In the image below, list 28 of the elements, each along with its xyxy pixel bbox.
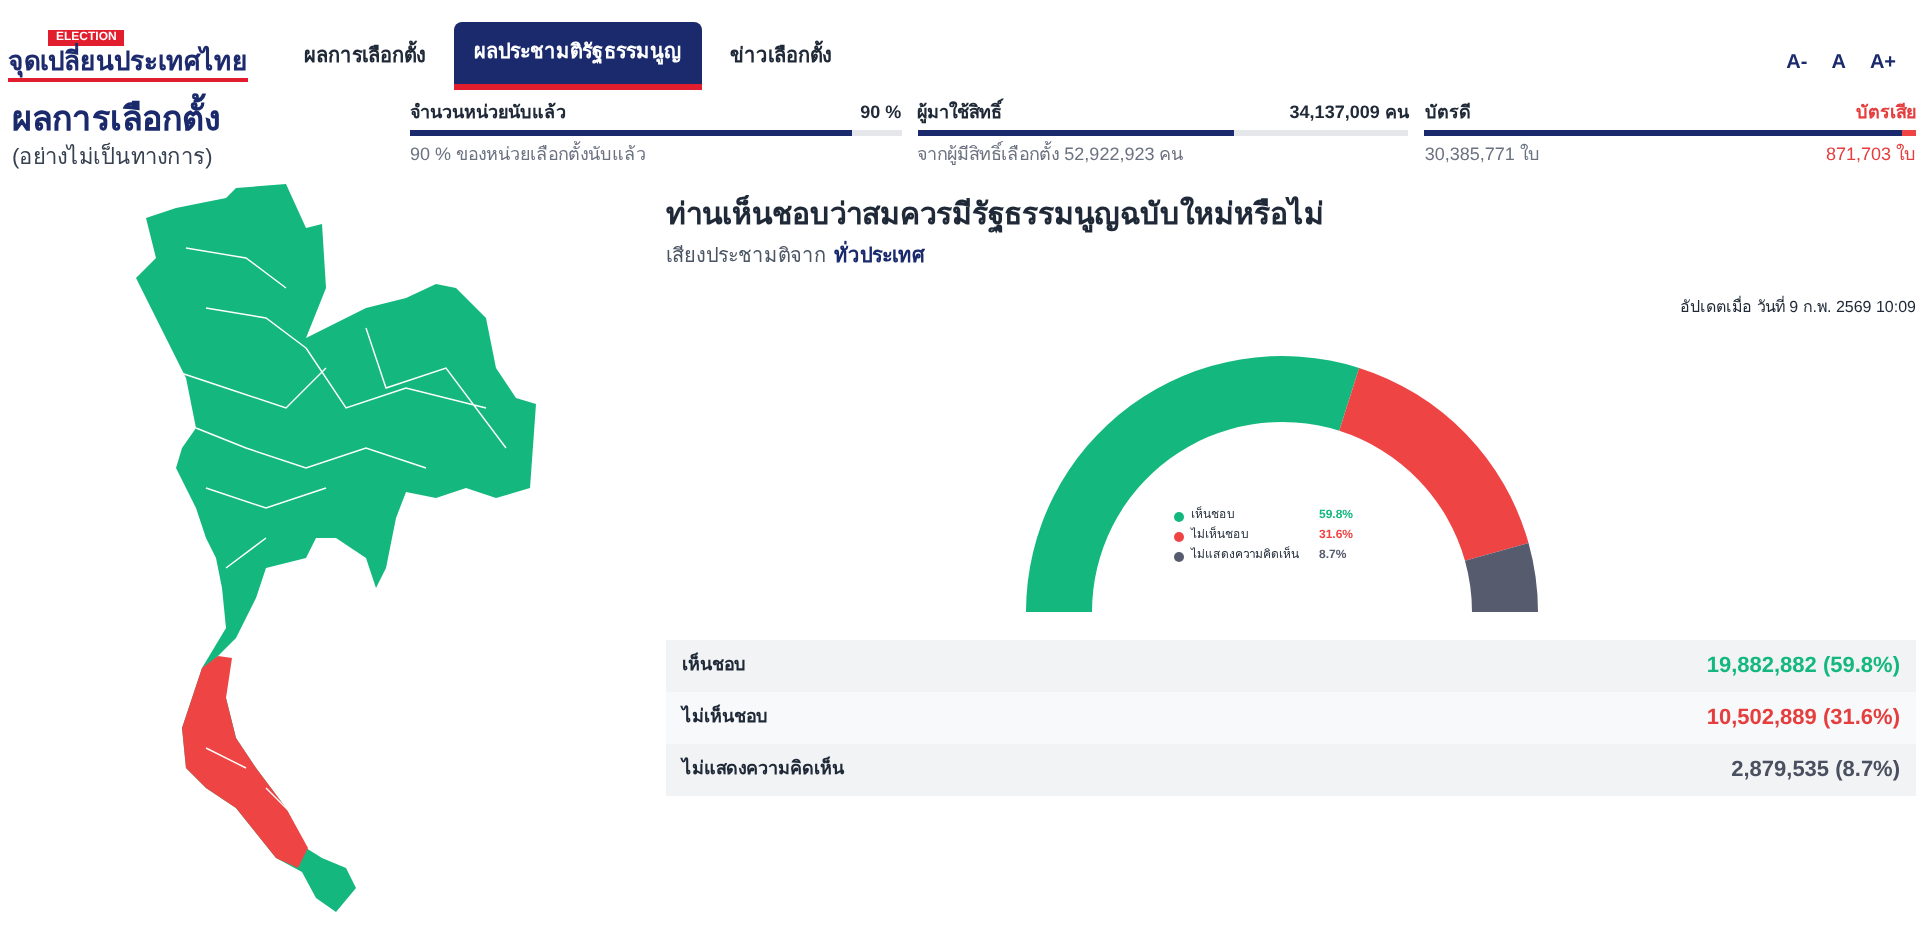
stat-label: บัตรดี (1424, 100, 1471, 126)
font-size-button[interactable]: A (1827, 48, 1850, 78)
stat-value: 34,137,009 คน (1289, 100, 1409, 126)
stat-note: 90 % ของหน่วยเลือกตั้งนับแล้ว (410, 140, 647, 168)
nav-tab[interactable]: ผลประชามติรัฐธรรมนูญ (454, 22, 702, 90)
stat-label: ผู้มาใช้สิทธิ์ (917, 98, 1002, 126)
stat-label: จำนวนหน่วยนับแล้ว (410, 100, 566, 126)
updated-time: อัปเดตเมื่อ วันที่ 9 ก.พ. 2569 10:09 (1680, 296, 1916, 320)
nav-tab[interactable]: ข่าวเลือกตั้ง (702, 22, 860, 90)
stat-note: 30,385,771 ใบ (1424, 141, 1540, 168)
stat-note: จากผู้มีสิทธิ์เลือกตั้ง 52,922,923 คน (917, 140, 1184, 168)
result-label: ไม่แสดงความคิดเห็น (682, 756, 844, 783)
font-size-button[interactable]: A- (1782, 48, 1812, 78)
stat-note: 871,703 ใบ (1825, 141, 1917, 168)
result-value: 19,882,882 (59.8%) (1706, 651, 1900, 682)
result-value: 2,879,535 (8.7%) (1731, 755, 1900, 786)
stat-value: 90 % (860, 100, 902, 126)
page-subtitle: (อย่างไม่เป็นทางการ) (12, 142, 215, 174)
question-heading: ท่านเห็นชอบว่าสมควรมีรัฐธรรมนูญฉบับใหม่หรือไม่ (666, 196, 1326, 236)
result-label: ไม่เห็นชอบ (682, 704, 768, 731)
result-value: 10,502,889 (31.6%) (1706, 703, 1900, 734)
scope-label: เสียงประชามติจาก (666, 243, 826, 272)
nav-tab[interactable]: ผลการเลือกตั้ง (276, 22, 454, 90)
page-title: ผลการเลือกตั้ง (12, 98, 410, 142)
result-label: เห็นชอบ (682, 652, 746, 679)
scope-value: ทั่วประเทศ (834, 242, 924, 272)
font-size-button[interactable]: A+ (1865, 48, 1900, 78)
stat-value: บัตรเสีย (1856, 100, 1917, 126)
